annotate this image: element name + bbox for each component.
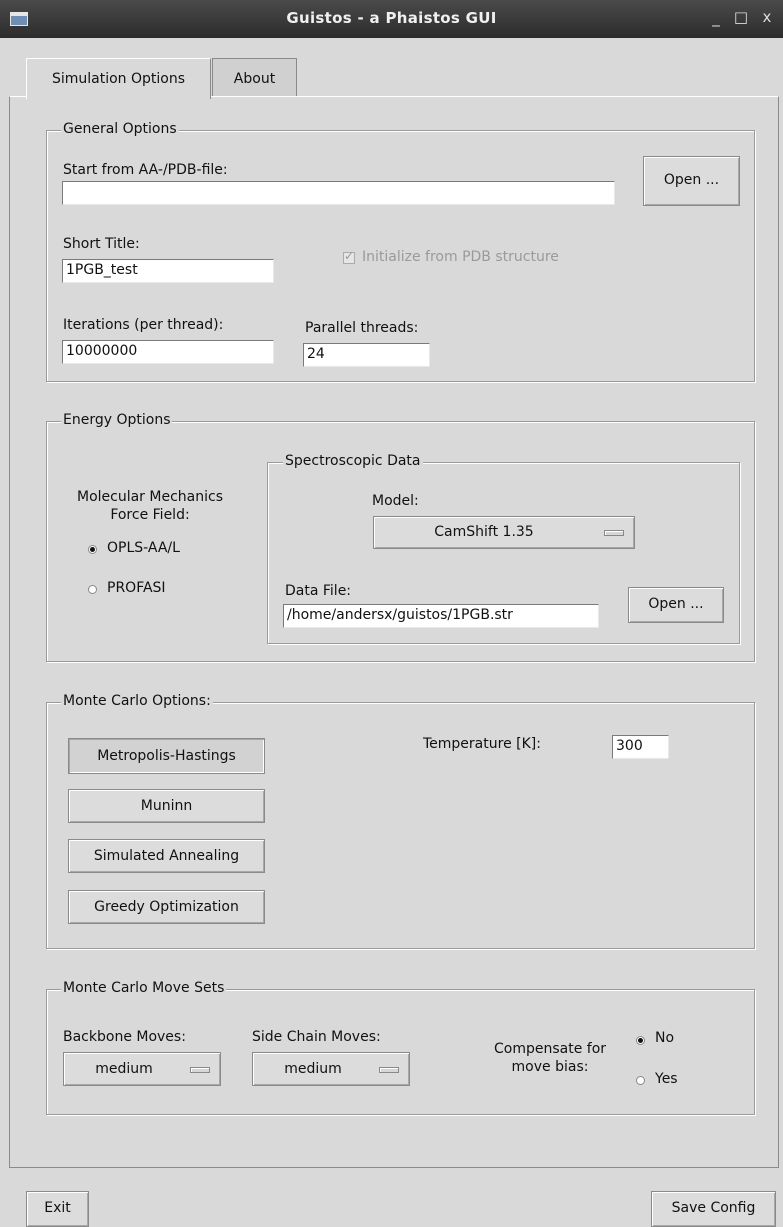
dropdown-indicator-icon: [379, 1067, 399, 1073]
move-sets-legend: Monte Carlo Move Sets: [61, 980, 227, 996]
save-config-button[interactable]: Save Config: [651, 1191, 776, 1227]
energy-options-legend: Energy Options: [61, 412, 173, 428]
iterations-label: Iterations (per thread):: [63, 317, 224, 333]
compensate-no-radio[interactable]: [636, 1036, 645, 1045]
button-label: Simulated Annealing: [93, 848, 240, 864]
model-label: Model:: [372, 493, 419, 509]
opls-radio[interactable]: [88, 545, 97, 554]
dropdown-indicator-icon: [604, 530, 624, 536]
initialize-pdb-label: Initialize from PDB structure: [362, 249, 559, 265]
temperature-label: Temperature [K]:: [423, 736, 541, 752]
muninn-button[interactable]: Muninn: [68, 789, 265, 823]
mm-label-line1: Molecular Mechanics: [77, 489, 223, 505]
backbone-moves-select[interactable]: medium: [63, 1052, 221, 1086]
open-pdb-button[interactable]: Open ...: [643, 156, 740, 206]
minimize-icon[interactable]: _: [707, 9, 725, 27]
side-chain-moves-value: medium: [284, 1061, 342, 1077]
open-data-file-button[interactable]: Open ...: [628, 587, 724, 623]
temperature-input[interactable]: 300: [612, 735, 669, 759]
threads-input[interactable]: 24: [303, 343, 430, 367]
save-label: Save Config: [671, 1200, 756, 1216]
compensate-yes-label: Yes: [655, 1071, 678, 1087]
model-value: CamShift 1.35: [434, 524, 534, 540]
model-select[interactable]: CamShift 1.35: [373, 516, 635, 549]
greedy-optimization-button[interactable]: Greedy Optimization: [68, 890, 265, 924]
maximize-icon[interactable]: □: [732, 8, 750, 26]
dropdown-indicator-icon: [190, 1067, 210, 1073]
start-file-input[interactable]: [62, 181, 615, 205]
metropolis-hastings-button[interactable]: Metropolis-Hastings: [68, 738, 265, 774]
button-label: Greedy Optimization: [94, 899, 239, 915]
side-chain-moves-select[interactable]: medium: [252, 1052, 410, 1086]
tab-about[interactable]: About: [212, 58, 297, 97]
profasi-radio[interactable]: [88, 585, 97, 594]
exit-label: Exit: [44, 1200, 71, 1216]
open-label: Open ...: [648, 596, 704, 612]
spectroscopic-legend: Spectroscopic Data: [283, 453, 423, 469]
compensate-label-line1: Compensate for: [493, 1041, 607, 1057]
title-bar: Guistos - a Phaistos GUI _ □ x: [0, 0, 783, 38]
start-file-label: Start from AA-/PDB-file:: [63, 162, 228, 178]
iterations-input[interactable]: 10000000: [62, 340, 274, 364]
data-file-label: Data File:: [285, 583, 352, 599]
open-label: Open ...: [663, 172, 720, 188]
data-file-input[interactable]: /home/andersx/guistos/1PGB.str: [283, 604, 599, 628]
backbone-moves-label: Backbone Moves:: [63, 1029, 186, 1045]
button-label: Metropolis-Hastings: [97, 748, 236, 764]
profasi-label: PROFASI: [107, 580, 166, 596]
backbone-moves-value: medium: [95, 1061, 153, 1077]
threads-label: Parallel threads:: [305, 320, 419, 336]
simulated-annealing-button[interactable]: Simulated Annealing: [68, 839, 265, 873]
mm-label-line2: Force Field:: [110, 507, 190, 523]
compensate-yes-radio[interactable]: [636, 1076, 645, 1085]
tab-label: Simulation Options: [51, 71, 186, 87]
button-label: Muninn: [140, 798, 193, 814]
opls-label: OPLS-AA/L: [107, 540, 180, 556]
close-icon[interactable]: x: [758, 8, 776, 26]
short-title-input[interactable]: 1PGB_test: [62, 259, 274, 283]
compensate-no-label: No: [655, 1030, 675, 1046]
window-title: Guistos - a Phaistos GUI: [286, 9, 497, 27]
compensate-label-line2: move bias:: [511, 1059, 589, 1075]
tab-simulation-options[interactable]: Simulation Options: [26, 58, 211, 99]
monte-carlo-options-legend: Monte Carlo Options:: [61, 693, 213, 709]
tab-label: About: [233, 71, 276, 87]
general-options-legend: General Options: [61, 121, 179, 137]
side-chain-moves-label: Side Chain Moves:: [252, 1029, 381, 1045]
exit-button[interactable]: Exit: [26, 1191, 89, 1227]
initialize-pdb-checkbox[interactable]: [343, 249, 355, 264]
short-title-label: Short Title:: [63, 236, 140, 252]
